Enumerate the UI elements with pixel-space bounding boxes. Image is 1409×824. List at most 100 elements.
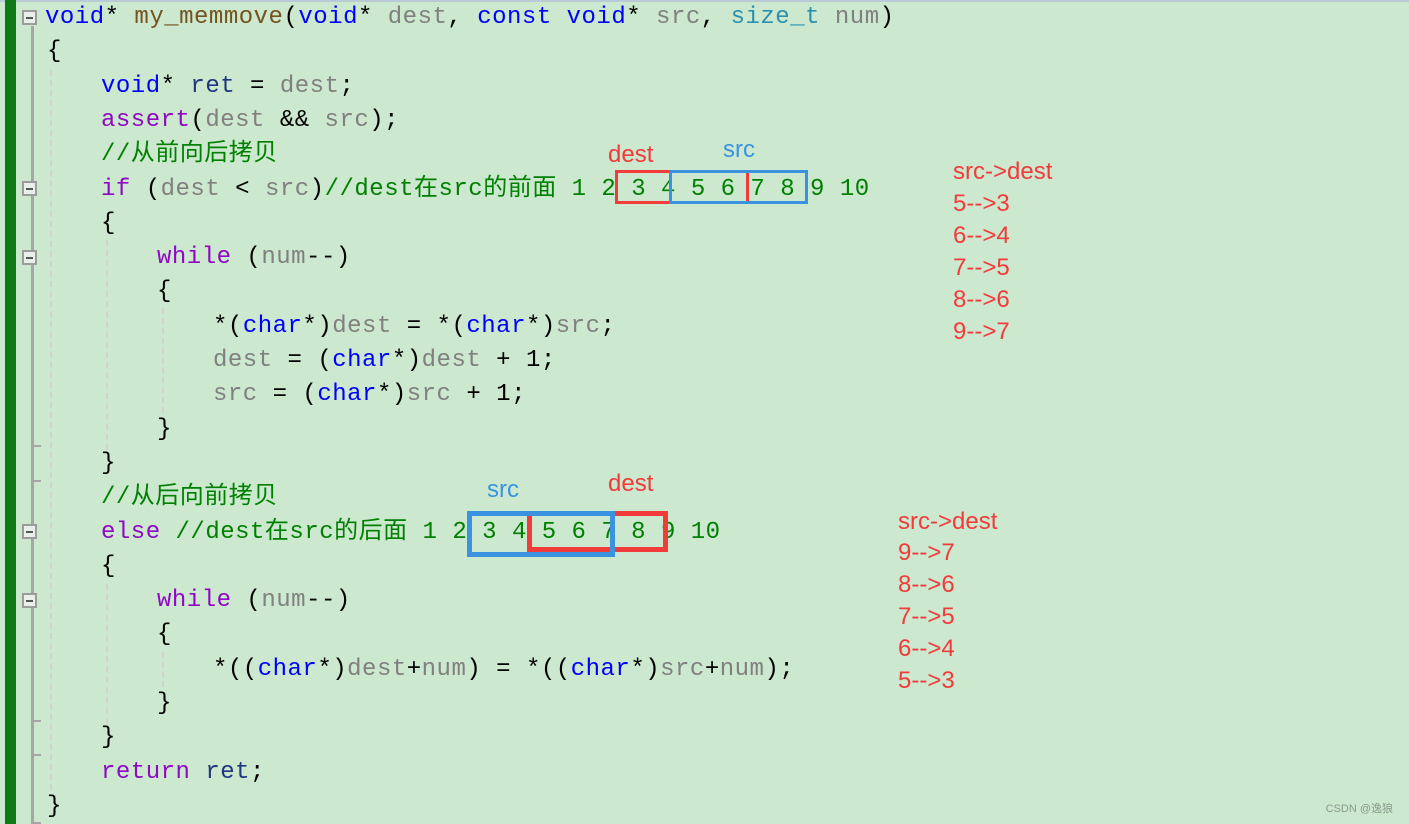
forward-src-box [669,170,808,204]
code-token: char [570,655,631,683]
code-token: *(( [213,655,258,683]
code-token: , [447,4,478,31]
fold-end-tick [31,754,41,756]
code-token: *) [302,312,333,340]
code-token: { [101,209,116,237]
code-token: void [45,4,105,31]
fold-toggle-while-1[interactable] [22,250,37,265]
code-token: num [261,244,307,272]
code-token: *) [525,312,556,340]
fold-toggle-if[interactable] [22,181,37,196]
code-line: void* ret = dest; [101,70,354,104]
fold-toggle-while-2[interactable] [22,593,37,608]
code-token: src [555,312,601,340]
forward-src-label: src [723,136,755,163]
code-line: } [157,687,172,721]
watermark: CSDN @逸狼 [1325,803,1393,815]
code-token: --) [306,587,351,615]
code-token: src [660,655,705,683]
forward-dest-label: dest [608,141,654,168]
fold-toggle-function[interactable] [22,10,37,25]
backward-src-box [467,511,615,557]
code-line: { [47,35,62,69]
fold-end-tick [31,720,41,722]
code-line: while (num--) [157,241,351,275]
code-token: ) [309,175,325,203]
code-token: ) [879,4,895,31]
code-token: ( [283,4,299,31]
code-token: } [157,690,172,717]
indent-guide [50,70,52,790]
code-line: { [157,618,172,652]
code-token: , [700,4,731,31]
fold-toggle-else[interactable] [22,524,37,539]
code-token: < [220,175,265,203]
code-token: = ( [272,347,333,374]
indent-guide [106,584,108,724]
code-token: { [157,621,172,649]
code-token: { [47,38,62,66]
backward-src-label: src [487,476,519,503]
code-token: void [101,72,161,100]
backward-mapping-title: src->dest [898,508,998,535]
code-token: num [421,655,467,683]
code-token: //从后向前拷贝 [101,484,278,512]
code-token: dest [347,655,407,683]
mapping-item: 5-->3 [953,190,1010,217]
code-token: { [157,278,172,306]
code-token: ; [250,758,265,786]
code-token: ( [231,587,262,615]
code-token: * [160,72,191,100]
code-line: } [47,790,62,824]
code-token: ); [369,106,400,134]
mapping-item: 7-->5 [953,254,1010,281]
code-token: ; [339,72,355,100]
fold-end-tick [31,480,41,482]
code-token: ( [130,175,161,203]
code-token: char [242,312,303,340]
code-token: const void [477,4,627,31]
code-token: && [264,106,325,134]
code-token: ) = *(( [466,655,571,683]
code-token: + [704,655,720,683]
code-token: ( [190,106,206,134]
code-line: *(char*)dest = *(char*)src; [213,310,615,344]
code-token: ); [764,655,795,683]
code-token: dest [213,347,273,374]
code-token: * [626,4,657,31]
code-token: size_t [730,4,820,31]
code-token: else [101,518,161,546]
code-line: //从后向前拷贝 [101,481,278,515]
code-line: return ret; [101,756,265,790]
mapping-item: 6-->4 [953,222,1010,249]
code-token: *) [317,655,348,683]
mapping-item: 9-->7 [898,539,955,566]
code-token: if [101,175,131,203]
mapping-item: 7-->5 [898,603,955,630]
code-token: = [235,72,280,100]
code-line: void* my_memmove(void* dest, const void*… [45,1,895,35]
code-token: src [656,4,701,31]
code-token: ( [231,244,262,272]
backward-dest-label: dest [608,470,654,497]
code-token: *) [391,347,422,374]
code-token: char [466,312,526,340]
change-margin-bar [5,0,16,824]
fold-outline-line [31,26,34,824]
indent-guide [162,308,164,413]
code-line: dest = (char*)dest + 1; [213,344,556,378]
code-token: *) [630,655,661,683]
code-token: ret [205,758,251,786]
fold-end-tick [31,445,41,447]
code-token: = ( [257,381,318,409]
code-line: } [101,447,116,481]
code-token: num [719,655,765,683]
code-token: while [157,587,232,615]
code-token: void [298,4,358,31]
code-token: char [317,381,377,409]
code-line: *((char*)dest+num) = *((char*)src+num); [213,653,794,687]
code-token: + 1; [481,347,556,374]
